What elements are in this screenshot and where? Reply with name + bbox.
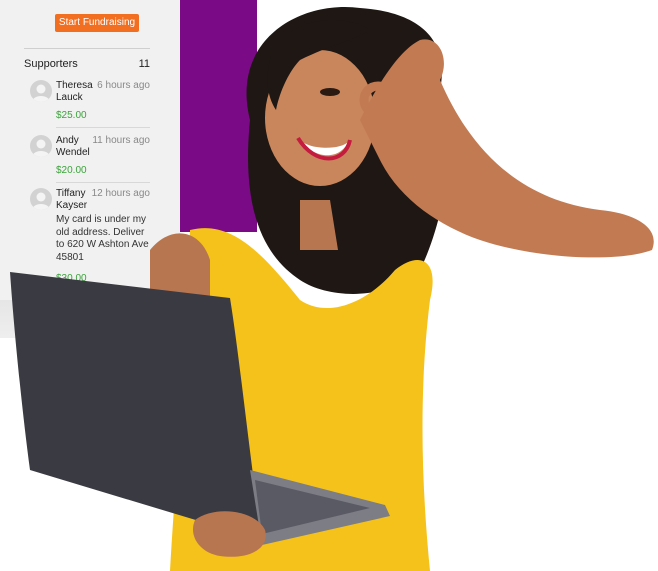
supporter-time: 11 hours ago	[92, 135, 150, 146]
user-avatar-icon	[30, 188, 52, 210]
supporter-message: My card is under my old address. Deliver…	[56, 214, 149, 263]
supporters-header: Supporters 11	[24, 58, 150, 70]
supporters-count: 11	[138, 58, 150, 70]
supporter-name: Andy Wendel	[56, 135, 90, 158]
supporter-amount: $20.00	[56, 165, 87, 176]
supporter-item: Theresa Lauck 6 hours ago $25.00	[30, 80, 150, 128]
divider	[24, 48, 150, 49]
divider	[56, 127, 150, 128]
panel-footer	[0, 300, 180, 338]
purple-backdrop	[180, 0, 257, 232]
user-avatar-icon	[30, 80, 52, 102]
supporter-time: 12 hours ago	[91, 188, 150, 199]
fundraising-panel: Start Fundraising Supporters 11 Theresa …	[0, 0, 180, 338]
supporter-item: Andy Wendel 11 hours ago $20.00	[30, 135, 150, 183]
supporter-amount: $30.00	[56, 273, 87, 284]
supporters-label: Supporters	[24, 58, 78, 70]
supporter-name: Theresa Lauck	[56, 80, 93, 103]
user-avatar-icon	[30, 135, 52, 157]
divider	[56, 182, 150, 183]
start-fundraising-button[interactable]: Start Fundraising	[55, 14, 139, 32]
supporter-item: Tiffany Kayser 12 hours ago My card is u…	[30, 188, 150, 288]
supporter-time: 6 hours ago	[97, 80, 150, 91]
supporter-amount: $25.00	[56, 110, 87, 121]
supporter-name: Tiffany Kayser	[56, 188, 88, 211]
